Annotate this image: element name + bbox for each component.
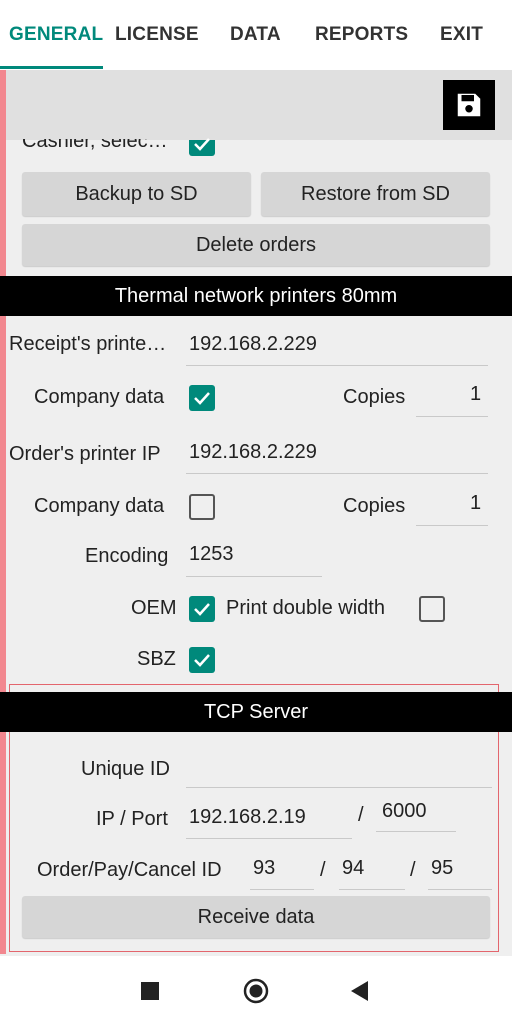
- pay-id-input[interactable]: 94: [338, 857, 364, 880]
- order-copies-underline: [416, 525, 488, 526]
- active-tab-indicator: [0, 66, 103, 69]
- tab-bar: GENERAL LICENSE DATA REPORTS EXIT: [0, 0, 512, 70]
- left-edge-stripe: [0, 70, 6, 954]
- oem-label: OEM: [131, 597, 177, 619]
- cashier-checkbox[interactable]: [189, 138, 215, 156]
- order-copies-input[interactable]: 1: [466, 492, 481, 515]
- order-printer-label: Order's printer IP: [9, 443, 161, 465]
- tab-data[interactable]: DATA: [230, 24, 281, 46]
- cancel-id-input[interactable]: 95: [427, 857, 453, 880]
- tcp-ip-input[interactable]: 192.168.2.19: [185, 806, 306, 829]
- id-separator-2: /: [410, 859, 416, 881]
- id-separator-1: /: [320, 859, 326, 881]
- cancel-id-underline: [428, 889, 492, 890]
- toolbar: [6, 70, 512, 140]
- floppy-disk-icon: [457, 93, 481, 117]
- order-company-checkbox[interactable]: [189, 494, 215, 520]
- tcp-ip-underline: [186, 838, 352, 839]
- pay-id-underline: [339, 889, 405, 890]
- tcp-section-header: TCP Server: [0, 692, 512, 732]
- save-button[interactable]: [443, 80, 495, 130]
- tab-general[interactable]: GENERAL: [9, 24, 103, 46]
- receipt-copies-input[interactable]: 1: [466, 383, 481, 406]
- square-icon[interactable]: [141, 982, 159, 1000]
- circle-icon[interactable]: [243, 978, 269, 1004]
- order-printer-ip-input[interactable]: 192.168.2.229: [185, 441, 317, 464]
- port-separator: /: [358, 804, 364, 826]
- tab-exit[interactable]: EXIT: [440, 24, 483, 46]
- tcp-port-underline: [376, 831, 456, 832]
- encoding-label: Encoding: [85, 545, 169, 567]
- tab-reports[interactable]: REPORTS: [315, 24, 408, 46]
- printers-section-header: Thermal network printers 80mm: [0, 276, 512, 316]
- double-width-label: Print double width: [226, 597, 385, 619]
- oem-checkbox[interactable]: [189, 596, 215, 622]
- receipt-copies-underline: [416, 416, 488, 417]
- receipt-printer-ip-input[interactable]: 192.168.2.229: [185, 333, 317, 356]
- double-width-checkbox[interactable]: [419, 596, 445, 622]
- unique-id-label: Unique ID: [81, 758, 170, 780]
- ip-port-label: IP / Port: [96, 808, 168, 830]
- order-printer-ip-underline: [186, 473, 488, 474]
- order-pay-cancel-id-label: Order/Pay/Cancel ID: [37, 859, 222, 881]
- receive-data-button[interactable]: Receive data: [22, 896, 490, 938]
- tab-license[interactable]: LICENSE: [115, 24, 199, 46]
- order-company-label: Company data: [34, 495, 165, 517]
- triangle-back-icon[interactable]: [351, 981, 369, 1001]
- tcp-port-input[interactable]: 6000: [378, 800, 427, 823]
- system-navigation-bar: [0, 956, 512, 1024]
- unique-id-underline: [186, 787, 492, 788]
- receipt-printer-ip-underline: [186, 365, 488, 366]
- delete-orders-button[interactable]: Delete orders: [22, 224, 490, 266]
- backup-to-sd-button[interactable]: Backup to SD: [22, 172, 251, 216]
- receipt-company-checkbox[interactable]: [189, 385, 215, 411]
- order-id-input[interactable]: 93: [249, 857, 275, 880]
- sbz-label: SBZ: [137, 648, 176, 670]
- restore-from-sd-button[interactable]: Restore from SD: [261, 172, 490, 216]
- receipt-copies-label: Copies: [343, 386, 406, 408]
- encoding-input[interactable]: 1253: [185, 543, 234, 566]
- order-copies-label: Copies: [343, 495, 406, 517]
- order-id-underline: [250, 889, 314, 890]
- receipt-company-label: Company data: [34, 386, 165, 408]
- encoding-underline: [186, 576, 322, 577]
- sbz-checkbox[interactable]: [189, 647, 215, 673]
- receipt-printer-label: Receipt's printe…: [9, 333, 167, 355]
